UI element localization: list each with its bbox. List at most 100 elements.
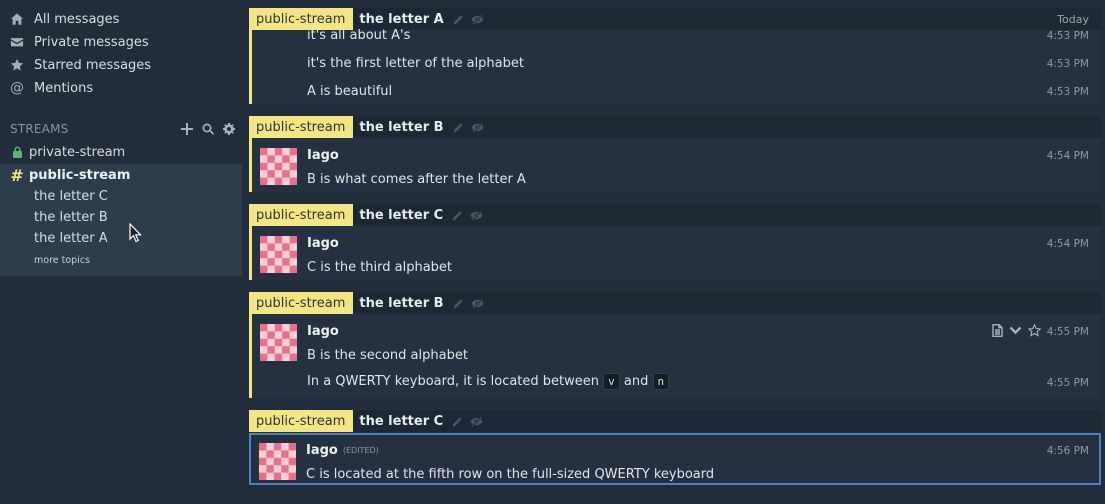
avatar-cell	[281, 465, 289, 473]
message-time[interactable]: 4:55 PM	[1047, 377, 1089, 389]
message-row[interactable]: In a QWERTY keyboard, it is located betw…	[252, 370, 1101, 396]
avatar-cell	[267, 331, 275, 339]
stream-label[interactable]: public-stream	[249, 116, 354, 138]
avatar-cell	[260, 338, 268, 347]
message-time[interactable]: 4:53 PM	[1047, 30, 1089, 42]
avatar-cell	[260, 236, 268, 244]
avatar-cell	[260, 148, 268, 156]
topic-label[interactable]: the letter A	[359, 12, 443, 27]
mute-icon[interactable]	[470, 416, 483, 427]
avatar-cell	[288, 443, 296, 451]
message-time[interactable]: 4:54 PM	[1047, 150, 1089, 162]
avatar-cell	[267, 258, 275, 266]
pencil-icon[interactable]	[451, 416, 464, 427]
nav-label: Private messages	[34, 34, 149, 50]
message-time[interactable]: 4:56 PM	[1047, 445, 1089, 457]
inline-code: n	[652, 373, 670, 390]
message-row[interactable]: Iago C is the third alphabet 4:54 PM	[252, 226, 1101, 280]
avatar-cell	[282, 331, 290, 339]
pencil-icon[interactable]	[451, 210, 464, 221]
hash-icon: #	[10, 165, 24, 185]
stream-label[interactable]: public-stream	[249, 410, 354, 432]
message-row[interactable]: it's all about A's 4:53 PM	[252, 28, 1101, 50]
message-time[interactable]: 4:55 PM	[1047, 326, 1089, 338]
mute-icon[interactable]	[470, 210, 483, 221]
topic-label[interactable]: the letter C	[359, 208, 443, 223]
recipient-body: Iago C is the third alphabet 4:54 PM	[249, 226, 1101, 280]
avatar[interactable]	[260, 148, 297, 185]
avatar-cell	[274, 177, 283, 185]
recipient-header: public-stream the letter A Today	[249, 8, 1101, 30]
avatar[interactable]	[259, 443, 296, 480]
nav-starred-messages[interactable]: Starred messages	[10, 55, 151, 75]
recipient-header: public-stream the letter B	[249, 116, 1101, 138]
inline-code: v	[603, 373, 620, 390]
topic-item-the-letter-c[interactable]: the letter C	[34, 187, 108, 205]
avatar[interactable]	[260, 236, 297, 273]
chevron-down-icon[interactable]	[1009, 326, 1022, 335]
topic-label[interactable]: the letter B	[359, 120, 443, 135]
message-row[interactable]: it's the first letter of the alphabet 4:…	[252, 55, 1101, 75]
nav-private-messages[interactable]: Private messages	[10, 32, 149, 52]
pencil-icon[interactable]	[452, 298, 465, 309]
avatar[interactable]	[260, 324, 297, 361]
avatar-cell	[289, 148, 297, 156]
message-content: B is the second alphabet	[307, 348, 468, 363]
stream-item-public-stream[interactable]: # public-stream	[10, 165, 130, 185]
nav-all-messages[interactable]: All messages	[10, 9, 119, 29]
sender-name[interactable]: Iago	[307, 236, 339, 251]
message-time[interactable]: 4:54 PM	[1047, 238, 1089, 250]
pencil-icon[interactable]	[452, 122, 465, 133]
message-row[interactable]: Iago B is what comes after the letter A …	[252, 138, 1101, 192]
message-row[interactable]: Iago B is the second alphabet 4:55 PM	[252, 314, 1101, 368]
avatar-cell	[274, 148, 283, 156]
avatar-cell	[267, 346, 275, 354]
avatar-cell	[274, 338, 283, 347]
stream-item-private-stream[interactable]: private-stream	[10, 142, 125, 162]
message-time[interactable]: 4:53 PM	[1047, 86, 1089, 98]
message-source-icon[interactable]	[992, 324, 1003, 337]
at-icon: @	[10, 80, 24, 96]
more-topics-link[interactable]: more topics	[34, 255, 90, 266]
pencil-icon[interactable]	[452, 14, 465, 25]
topic-label[interactable]: the letter C	[359, 414, 443, 429]
avatar-cell	[266, 450, 274, 458]
avatar-cell	[274, 162, 283, 171]
avatar-cell	[260, 162, 268, 171]
mute-icon[interactable]	[471, 298, 484, 309]
stream-label[interactable]: public-stream	[249, 204, 354, 226]
avatar-cell	[289, 162, 297, 171]
avatar-cell	[259, 443, 267, 451]
content-text: and	[623, 374, 649, 389]
topic-item-the-letter-b[interactable]: the letter B	[34, 208, 108, 226]
gear-icon[interactable]	[222, 122, 236, 136]
lock-icon	[10, 146, 24, 158]
message-time[interactable]: 4:53 PM	[1047, 58, 1089, 70]
sender-name[interactable]: Iago (EDITED)	[306, 443, 379, 458]
message-actions	[992, 324, 1041, 337]
message-row[interactable]: Iago (EDITED) C is located at the fifth r…	[251, 435, 1099, 483]
avatar-cell	[282, 258, 290, 266]
avatar-cell	[273, 457, 282, 466]
selected-message[interactable]: Iago (EDITED) C is located at the fifth r…	[249, 433, 1101, 485]
mouse-cursor-icon	[129, 223, 142, 243]
search-streams-icon[interactable]	[201, 122, 215, 136]
avatar-cell	[282, 243, 290, 251]
recipient-header: public-stream the letter C	[249, 204, 1101, 226]
mute-icon[interactable]	[471, 14, 484, 25]
add-stream-icon[interactable]	[180, 122, 194, 136]
stream-label[interactable]: public-stream	[249, 292, 354, 314]
message-row[interactable]: A is beautiful 4:53 PM	[252, 83, 1101, 103]
topic-label[interactable]: the letter B	[359, 296, 443, 311]
content-text: In a QWERTY keyboard, it is located betw…	[307, 374, 599, 389]
topic-item-the-letter-a[interactable]: the letter A	[34, 229, 108, 247]
avatar-cell	[282, 155, 290, 163]
sender-name[interactable]: Iago	[307, 324, 339, 339]
sender-name[interactable]: Iago	[307, 148, 339, 163]
avatar-cell	[274, 250, 283, 259]
mute-icon[interactable]	[471, 122, 484, 133]
avatar-cell	[274, 353, 283, 361]
star-outline-icon[interactable]	[1028, 324, 1041, 337]
nav-mentions[interactable]: @ Mentions	[10, 78, 93, 98]
stream-label[interactable]: public-stream	[249, 8, 354, 30]
